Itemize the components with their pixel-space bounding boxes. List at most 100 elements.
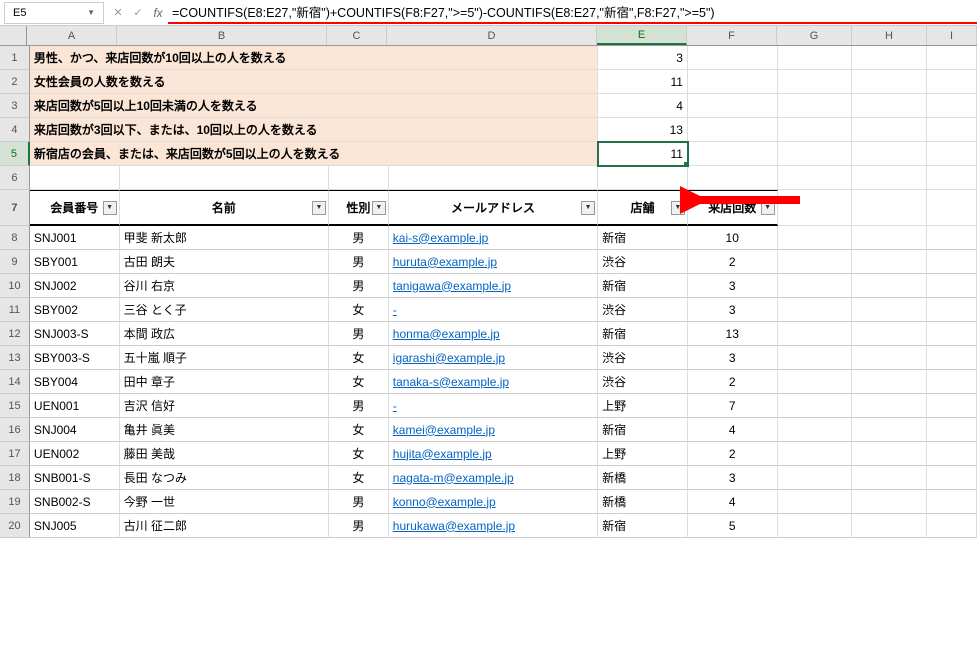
- row-header-20[interactable]: 20: [0, 514, 30, 538]
- member-id-cell[interactable]: UEN001: [30, 394, 120, 418]
- member-visits-cell[interactable]: 2: [688, 370, 778, 394]
- member-name-cell[interactable]: 本間 政広: [120, 322, 329, 346]
- column-header-D[interactable]: D: [387, 26, 597, 45]
- member-visits-cell[interactable]: 3: [688, 346, 778, 370]
- summary-label-cell[interactable]: 男性、かつ、来店回数が10回以上の人を数える: [30, 46, 120, 70]
- row-header-7[interactable]: 7: [0, 190, 30, 226]
- member-gender-cell[interactable]: 男: [329, 250, 389, 274]
- member-id-cell[interactable]: SNB001-S: [30, 466, 120, 490]
- name-box[interactable]: E5 ▼: [4, 2, 104, 24]
- member-id-cell[interactable]: SNJ002: [30, 274, 120, 298]
- member-email-cell[interactable]: huruta@example.jp: [389, 250, 598, 274]
- member-visits-cell[interactable]: 5: [688, 514, 778, 538]
- member-id-cell[interactable]: SNJ005: [30, 514, 120, 538]
- member-email-cell[interactable]: kamei@example.jp: [389, 418, 598, 442]
- member-id-cell[interactable]: SNJ004: [30, 418, 120, 442]
- row-header-14[interactable]: 14: [0, 370, 30, 394]
- summary-value-cell[interactable]: 13: [598, 118, 688, 142]
- row-header-9[interactable]: 9: [0, 250, 30, 274]
- member-store-cell[interactable]: 上野: [598, 442, 688, 466]
- email-link[interactable]: konno@example.jp: [393, 495, 496, 509]
- member-email-cell[interactable]: konno@example.jp: [389, 490, 598, 514]
- row-header-18[interactable]: 18: [0, 466, 30, 490]
- column-header-F[interactable]: F: [687, 26, 777, 45]
- email-link[interactable]: kamei@example.jp: [393, 423, 495, 437]
- member-store-cell[interactable]: 渋谷: [598, 250, 688, 274]
- member-id-cell[interactable]: SNJ003-S: [30, 322, 120, 346]
- row-header-3[interactable]: 3: [0, 94, 30, 118]
- member-email-cell[interactable]: kai-s@example.jp: [389, 226, 598, 250]
- summary-label-cell[interactable]: 女性会員の人数を数える: [30, 70, 120, 94]
- member-gender-cell[interactable]: 男: [329, 490, 389, 514]
- member-store-cell[interactable]: 新宿: [598, 418, 688, 442]
- email-link[interactable]: -: [393, 303, 397, 317]
- header-email[interactable]: メールアドレス▼: [389, 190, 598, 226]
- column-header-B[interactable]: B: [117, 26, 327, 45]
- row-header-16[interactable]: 16: [0, 418, 30, 442]
- header-store[interactable]: 店舗▼: [598, 190, 688, 226]
- row-header-5[interactable]: 5: [0, 142, 30, 166]
- summary-label-cell[interactable]: 来店回数が5回以上10回未満の人を数える: [30, 94, 120, 118]
- member-store-cell[interactable]: 新宿: [598, 322, 688, 346]
- member-store-cell[interactable]: 上野: [598, 394, 688, 418]
- summary-label-cell[interactable]: 来店回数が3回以下、または、10回以上の人を数える: [30, 118, 120, 142]
- row-header-11[interactable]: 11: [0, 298, 30, 322]
- member-name-cell[interactable]: 三谷 とく子: [120, 298, 329, 322]
- email-link[interactable]: tanigawa@example.jp: [393, 279, 511, 293]
- member-store-cell[interactable]: 渋谷: [598, 298, 688, 322]
- member-name-cell[interactable]: 五十嵐 順子: [120, 346, 329, 370]
- member-email-cell[interactable]: tanigawa@example.jp: [389, 274, 598, 298]
- column-header-I[interactable]: I: [927, 26, 977, 45]
- member-email-cell[interactable]: igarashi@example.jp: [389, 346, 598, 370]
- member-store-cell[interactable]: 新橋: [598, 490, 688, 514]
- row-header-1[interactable]: 1: [0, 46, 30, 70]
- member-visits-cell[interactable]: 3: [688, 466, 778, 490]
- header-name[interactable]: 名前▼: [120, 190, 329, 226]
- email-link[interactable]: -: [393, 399, 397, 413]
- member-id-cell[interactable]: SNB002-S: [30, 490, 120, 514]
- filter-dropdown-icon[interactable]: ▼: [581, 201, 595, 215]
- member-gender-cell[interactable]: 女: [329, 418, 389, 442]
- header-gender[interactable]: 性別▼: [329, 190, 389, 226]
- member-name-cell[interactable]: 田中 章子: [120, 370, 329, 394]
- member-email-cell[interactable]: hujita@example.jp: [389, 442, 598, 466]
- column-header-A[interactable]: A: [27, 26, 117, 45]
- member-email-cell[interactable]: -: [389, 394, 598, 418]
- member-gender-cell[interactable]: 男: [329, 226, 389, 250]
- row-header-8[interactable]: 8: [0, 226, 30, 250]
- email-link[interactable]: tanaka-s@example.jp: [393, 375, 509, 389]
- row-header-4[interactable]: 4: [0, 118, 30, 142]
- row-header-10[interactable]: 10: [0, 274, 30, 298]
- email-link[interactable]: hujita@example.jp: [393, 447, 492, 461]
- member-visits-cell[interactable]: 2: [688, 250, 778, 274]
- member-visits-cell[interactable]: 7: [688, 394, 778, 418]
- email-link[interactable]: igarashi@example.jp: [393, 351, 505, 365]
- email-link[interactable]: kai-s@example.jp: [393, 231, 489, 245]
- member-visits-cell[interactable]: 4: [688, 490, 778, 514]
- member-gender-cell[interactable]: 女: [329, 442, 389, 466]
- member-email-cell[interactable]: honma@example.jp: [389, 322, 598, 346]
- member-id-cell[interactable]: SBY004: [30, 370, 120, 394]
- member-gender-cell[interactable]: 男: [329, 322, 389, 346]
- row-header-12[interactable]: 12: [0, 322, 30, 346]
- member-gender-cell[interactable]: 男: [329, 274, 389, 298]
- member-visits-cell[interactable]: 4: [688, 418, 778, 442]
- summary-value-cell[interactable]: 3: [598, 46, 688, 70]
- member-gender-cell[interactable]: 男: [329, 514, 389, 538]
- member-email-cell[interactable]: tanaka-s@example.jp: [389, 370, 598, 394]
- chevron-down-icon[interactable]: ▼: [87, 8, 95, 17]
- fx-button[interactable]: fx: [148, 2, 168, 24]
- select-all-corner[interactable]: [0, 26, 27, 45]
- fill-handle[interactable]: [684, 162, 688, 166]
- member-name-cell[interactable]: 甲斐 新太郎: [120, 226, 329, 250]
- member-store-cell[interactable]: 新宿: [598, 274, 688, 298]
- confirm-formula-button[interactable]: ✓: [128, 2, 148, 24]
- email-link[interactable]: huruta@example.jp: [393, 255, 497, 269]
- member-visits-cell[interactable]: 3: [688, 274, 778, 298]
- member-store-cell[interactable]: 新橋: [598, 466, 688, 490]
- member-visits-cell[interactable]: 13: [688, 322, 778, 346]
- member-email-cell[interactable]: hurukawa@example.jp: [389, 514, 598, 538]
- formula-input[interactable]: =COUNTIFS(E8:E27,"新宿")+COUNTIFS(F8:F27,"…: [168, 2, 977, 24]
- member-gender-cell[interactable]: 男: [329, 394, 389, 418]
- member-id-cell[interactable]: SBY003-S: [30, 346, 120, 370]
